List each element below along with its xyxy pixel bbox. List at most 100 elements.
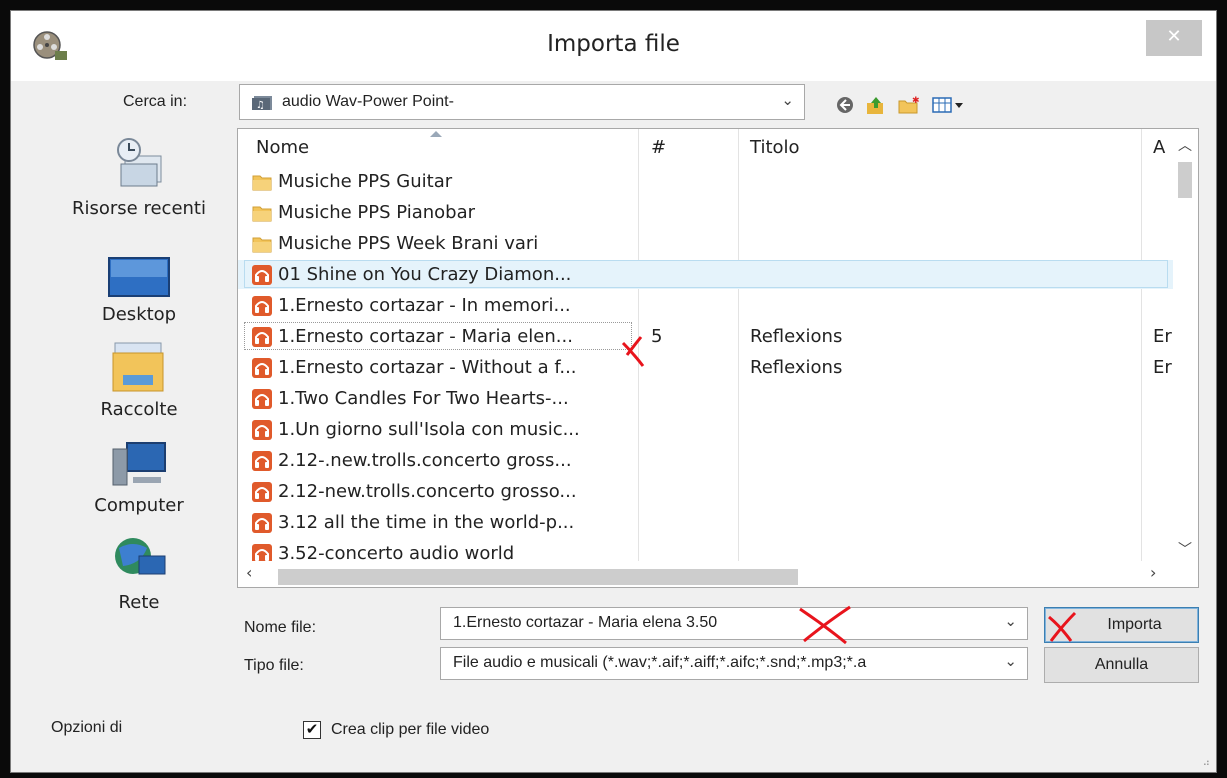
look-in-combobox[interactable]: ♫ audio Wav-Power Point- ⌄: [239, 84, 805, 120]
filetype-value: File audio e musicali (*.wav;*.aif;*.aif…: [453, 654, 867, 671]
folder-row[interactable]: Musiche PPS Week Brani vari: [238, 229, 1173, 258]
resize-grip-icon[interactable]: ⣠: [1203, 755, 1210, 766]
filename-label: Nome file:: [244, 619, 317, 636]
create-clip-checkbox[interactable]: ✔: [303, 721, 321, 739]
audio-file-icon: [252, 451, 272, 471]
place-libraries[interactable]: Raccolte: [44, 339, 234, 420]
audio-file-icon: [252, 482, 272, 502]
place-label: Raccolte: [100, 399, 178, 420]
file-name: 1.Un giorno sull'Isola con music...: [278, 419, 580, 440]
horizontal-scroll-thumb[interactable]: [278, 569, 798, 585]
filename-value: 1.Ernesto cortazar - Maria elena 3.50: [453, 614, 718, 631]
filetype-label: Tipo file:: [244, 657, 304, 674]
vertical-scrollbar[interactable]: ︿ ﹀: [1173, 129, 1198, 561]
file-name: 3.12 all the time in the world-p...: [278, 512, 575, 533]
file-title: Reflexions: [750, 357, 843, 378]
close-icon: ✕: [1166, 26, 1182, 47]
view-menu-icon[interactable]: [931, 95, 967, 115]
place-label: Risorse recenti: [72, 198, 206, 219]
audio-file-icon: [252, 513, 272, 533]
chevron-down-icon: ⌄: [781, 92, 794, 109]
column-header-name[interactable]: Nome: [256, 137, 309, 158]
place-network[interactable]: Rete: [44, 534, 234, 613]
folder-row[interactable]: Musiche PPS Guitar: [238, 167, 1173, 196]
import-button-label: Importa: [1107, 616, 1162, 633]
file-track-number: 5: [651, 326, 663, 347]
options-label: Opzioni di: [51, 719, 123, 736]
close-button[interactable]: ✕: [1146, 20, 1202, 56]
filetype-select[interactable]: File audio e musicali (*.wav;*.aif;*.aif…: [440, 647, 1028, 680]
file-title: Reflexions: [750, 326, 843, 347]
look-in-label: Cerca in:: [123, 93, 188, 110]
dialog-title: Importa file: [547, 31, 680, 57]
audio-folder-icon: ♫: [252, 96, 272, 111]
file-name: 1.Ernesto cortazar - Maria elen...: [278, 326, 573, 347]
scroll-up-icon[interactable]: ︿: [1178, 135, 1192, 155]
horizontal-scrollbar[interactable]: ‹ ›: [238, 561, 1173, 587]
scroll-right-icon[interactable]: ›: [1150, 563, 1156, 582]
up-folder-icon[interactable]: [865, 95, 887, 115]
scroll-left-icon[interactable]: ‹: [246, 563, 252, 582]
audio-file-icon: [252, 265, 272, 285]
audio-file-icon: [252, 420, 272, 440]
title-bar: Importa file ✕: [11, 11, 1216, 81]
back-icon[interactable]: [835, 95, 855, 115]
scroll-down-icon[interactable]: ﹀: [1178, 539, 1192, 559]
audio-file-icon: [252, 327, 272, 347]
recent-places-icon: [117, 138, 162, 187]
file-name: 01 Shine on You Crazy Diamon...: [278, 264, 572, 285]
file-artist: Er: [1153, 326, 1172, 347]
place-computer[interactable]: Computer: [44, 439, 234, 516]
cancel-button[interactable]: Annulla: [1044, 647, 1199, 683]
create-clip-label: Crea clip per file video: [331, 721, 490, 738]
sort-ascending-icon: [430, 131, 442, 137]
file-name: 1.Two Candles For Two Hearts-...: [278, 388, 569, 409]
file-artist: Er: [1153, 357, 1172, 378]
column-header-title[interactable]: Titolo: [750, 137, 800, 158]
audio-file-icon: [252, 389, 272, 409]
audio-file-icon: [252, 358, 272, 378]
folder-row[interactable]: Musiche PPS Pianobar: [238, 198, 1173, 227]
computer-icon: [112, 442, 166, 486]
import-button[interactable]: Importa: [1044, 607, 1199, 643]
file-name: 1.Ernesto cortazar - In memori...: [278, 295, 571, 316]
file-row[interactable]: 1.Un giorno sull'Isola con music...: [238, 415, 1173, 444]
folder-icon: [252, 237, 272, 253]
folder-icon: [252, 206, 272, 222]
place-label: Rete: [118, 592, 160, 613]
file-row[interactable]: 2.12-.new.trolls.concerto gross...: [238, 446, 1173, 475]
new-folder-icon[interactable]: ✱: [897, 95, 921, 115]
vertical-scroll-thumb[interactable]: [1178, 162, 1192, 198]
file-name: Musiche PPS Guitar: [278, 171, 453, 192]
column-header-number[interactable]: #: [651, 137, 666, 158]
place-recent[interactable]: Risorse recenti: [44, 136, 234, 219]
file-name: 2.12-new.trolls.concerto grosso...: [278, 481, 577, 502]
file-row[interactable]: 3.12 all the time in the world-p...: [238, 508, 1173, 537]
filename-input[interactable]: 1.Ernesto cortazar - Maria elena 3.50 ⌄: [440, 607, 1028, 640]
svg-text:♫: ♫: [256, 100, 265, 111]
place-label: Desktop: [101, 304, 177, 325]
file-row[interactable]: 1.Ernesto cortazar - Maria elen... 5 Refle…: [238, 322, 1173, 351]
desktop-icon: [108, 257, 170, 297]
column-header-artist[interactable]: A: [1153, 137, 1165, 158]
file-list[interactable]: Nome # Titolo A Musiche PPS Guitar Musich…: [237, 128, 1199, 588]
file-name: 2.12-.new.trolls.concerto gross...: [278, 450, 572, 471]
file-row[interactable]: 1.Ernesto cortazar - Without a f... Refle…: [238, 353, 1173, 382]
file-name: Musiche PPS Pianobar: [278, 202, 476, 223]
chevron-down-icon[interactable]: ⌄: [1004, 652, 1017, 670]
place-desktop[interactable]: Desktop: [44, 256, 234, 325]
file-name: Musiche PPS Week Brani vari: [278, 233, 539, 254]
network-icon: [115, 538, 166, 575]
file-name: 1.Ernesto cortazar - Without a f...: [278, 357, 577, 378]
folder-icon: [252, 175, 272, 191]
file-row[interactable]: 1.Ernesto cortazar - In memori...: [238, 291, 1173, 320]
import-file-dialog: Importa file ✕ Cerca in: ♫ audio Wav-Pow…: [10, 10, 1217, 773]
audio-file-icon: [252, 296, 272, 316]
file-row[interactable]: 1.Two Candles For Two Hearts-...: [238, 384, 1173, 413]
svg-text:✱: ✱: [912, 96, 920, 106]
file-row[interactable]: 2.12-new.trolls.concerto grosso...: [238, 477, 1173, 506]
chevron-down-icon[interactable]: ⌄: [1004, 612, 1017, 630]
look-in-value: audio Wav-Power Point-: [282, 93, 454, 110]
place-label: Computer: [94, 495, 184, 516]
file-row[interactable]: 01 Shine on You Crazy Diamon...: [238, 260, 1173, 289]
